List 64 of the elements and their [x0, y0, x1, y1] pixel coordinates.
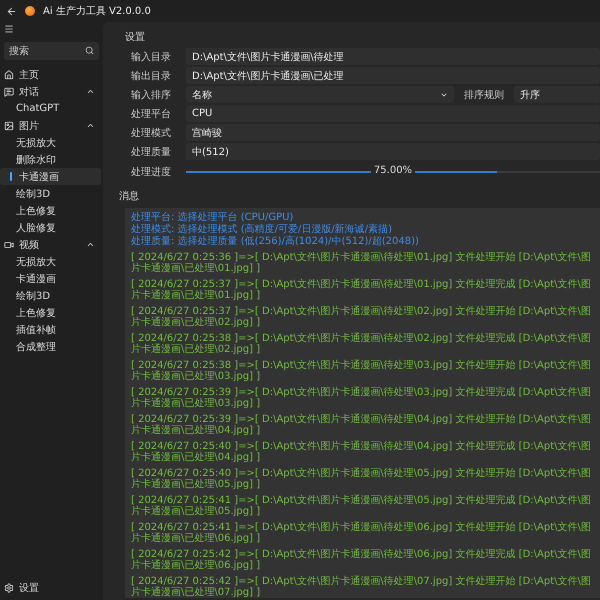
input-field[interactable]: CPU: [186, 105, 600, 122]
sidebar-item[interactable]: ChatGPT: [0, 100, 101, 117]
field-label: 处理质量: [130, 146, 172, 158]
app-logo-icon: [25, 6, 35, 16]
sidebar-item[interactable]: 图片: [0, 117, 101, 134]
sidebar-item[interactable]: 人脸修复: [0, 219, 101, 236]
sidebar-item[interactable]: 对话: [0, 83, 101, 100]
sidebar-item[interactable]: 无损放大: [0, 134, 101, 151]
sidebar-item[interactable]: 绘制3D: [0, 287, 101, 304]
log-line: [ 2024/6/27 0:25:38 ]=>[ D:\Apt\文件\图片卡通漫画\待处理\03.jpg] 文件处理开始 [D:\Apt\文件\图片卡通漫画\已处理\03.jpg] ]: [131, 360, 592, 382]
section-title: 消息: [119, 190, 140, 203]
log-line: [ 2024/6/27 0:25:39 ]=>[ D:\Apt\文件\图片卡通漫画\待处理\03.jpg] 文件处理完成 [D:\Apt\文件\图片卡通漫画\已处理\03.jpg] ]: [131, 387, 592, 409]
video-icon: [4, 240, 14, 250]
sidebar-item[interactable]: 合成整理: [0, 338, 101, 355]
dropdown-field[interactable]: 名称: [186, 86, 454, 103]
input-field[interactable]: D:\Apt\文件\图片卡通漫画\待处理: [186, 48, 600, 65]
log-line: [ 2024/6/27 0:25:38 ]=>[ D:\Apt\文件\图片卡通漫画\待处理\02.jpg] 文件处理完成 [D:\Apt\文件\图片卡通漫画\已处理\02.jpg] ]: [131, 333, 592, 355]
settings-icon: [4, 582, 14, 592]
field-label: 输出目录: [130, 70, 172, 82]
chevron-up-icon: [86, 240, 95, 249]
back-button[interactable]: [6, 6, 17, 16]
sidebar-item[interactable]: 上色修复: [0, 304, 101, 321]
sidebar-item[interactable]: 视频: [0, 236, 101, 253]
chat-icon: [4, 86, 14, 96]
field-label: 输入排序: [130, 88, 172, 102]
settings-item[interactable]: 设置: [0, 579, 101, 596]
info-line: 处理质量: 选择处理质量 (低(256)/高(1024)/中(512)/超(2048)): [131, 236, 420, 247]
field-label: 处理模式: [130, 126, 172, 140]
sidebar-item[interactable]: 绘制3D: [0, 185, 101, 202]
chevron-up-icon: [86, 87, 95, 96]
field-label: 输入目录: [130, 50, 172, 64]
field-label: 处理平台: [130, 108, 172, 120]
input-field[interactable]: D:\Apt\文件\图片卡通漫画\已处理: [186, 67, 600, 84]
dropdown-field[interactable]: 升序: [514, 86, 600, 103]
section-title: 设置: [125, 30, 146, 44]
window-title: Ai 生产力工具 V2.0.0.0: [43, 4, 151, 18]
sidebar-item[interactable]: 卡通漫画: [0, 270, 101, 287]
search-field[interactable]: 搜索: [4, 42, 99, 60]
log-line: [ 2024/6/27 0:25:41 ]=>[ D:\Apt\文件\图片卡通漫画\待处理\05.jpg] 文件处理完成 [D:\Apt\文件\图片卡通漫画\已处理\05.jpg] ]: [131, 495, 592, 517]
log-line: [ 2024/6/27 0:25:42 ]=>[ D:\Apt\文件\图片卡通漫画\待处理\07.jpg] 文件处理开始 [D:\Apt\文件\图片卡通漫画\已处理\07.jpg] ]: [131, 576, 592, 598]
image-icon: [4, 120, 14, 130]
log-line: [ 2024/6/27 0:25:39 ]=>[ D:\Apt\文件\图片卡通漫画\待处理\04.jpg] 文件处理开始 [D:\Apt\文件\图片卡通漫画\已处理\04.jpg] ]: [131, 414, 592, 436]
input-field[interactable]: 中(512): [186, 143, 600, 160]
input-field[interactable]: 宫崎骏: [186, 124, 600, 141]
sidebar-item[interactable]: 删除水印: [0, 151, 101, 168]
log-line: [ 2024/6/27 0:25:36 ]=>[ D:\Apt\文件\图片卡通漫画\待处理\01.jpg] 文件处理开始 [D:\Apt\文件\图片卡通漫画\已处理\01.jpg] ]: [131, 252, 592, 274]
sidebar-item[interactable]: 无损放大: [0, 253, 101, 270]
chevron-up-icon: [86, 121, 95, 130]
info-line: 处理平台: 选择处理平台 (CPU/GPU): [131, 212, 294, 223]
home-icon: [4, 70, 14, 80]
field-label: 处理进度: [130, 166, 172, 179]
sidebar-item[interactable]: 插值补帧: [0, 321, 101, 338]
log-line: [ 2024/6/27 0:25:37 ]=>[ D:\Apt\文件\图片卡通漫画\待处理\02.jpg] 文件处理开始 [D:\Apt\文件\图片卡通漫画\已处理\02.jpg] ]: [131, 306, 592, 328]
search-icon: [85, 46, 94, 55]
field-label: 排序规则: [463, 88, 505, 102]
log-line: [ 2024/6/27 0:25:40 ]=>[ D:\Apt\文件\图片卡通漫画\待处理\05.jpg] 文件处理开始 [D:\Apt\文件\图片卡通漫画\已处理\05.jpg] ]: [131, 468, 592, 490]
log-line: [ 2024/6/27 0:25:41 ]=>[ D:\Apt\文件\图片卡通漫画\待处理\06.jpg] 文件处理开始 [D:\Apt\文件\图片卡通漫画\已处理\06.jpg] ]: [131, 522, 592, 544]
sidebar-item[interactable]: 卡通漫画: [0, 168, 101, 185]
sidebar-item[interactable]: 主页: [0, 66, 101, 83]
sidebar-item[interactable]: 上色修复: [0, 202, 101, 219]
info-line: 处理模式: 选择处理模式 (高精度/可爱/日漫版/新海诚/素描): [131, 224, 394, 235]
log-line: [ 2024/6/27 0:25:42 ]=>[ D:\Apt\文件\图片卡通漫画\待处理\06.jpg] 文件处理完成 [D:\Apt\文件\图片卡通漫画\已处理\06.jpg] ]: [131, 549, 592, 571]
log-line: [ 2024/6/27 0:25:40 ]=>[ D:\Apt\文件\图片卡通漫画\待处理\04.jpg] 文件处理完成 [D:\Apt\文件\图片卡通漫画\已处理\04.jpg] ]: [131, 441, 592, 463]
log-line: [ 2024/6/27 0:25:37 ]=>[ D:\Apt\文件\图片卡通漫画\待处理\01.jpg] 文件处理完成 [D:\Apt\文件\图片卡通漫画\已处理\01.jpg] ]: [131, 279, 592, 301]
